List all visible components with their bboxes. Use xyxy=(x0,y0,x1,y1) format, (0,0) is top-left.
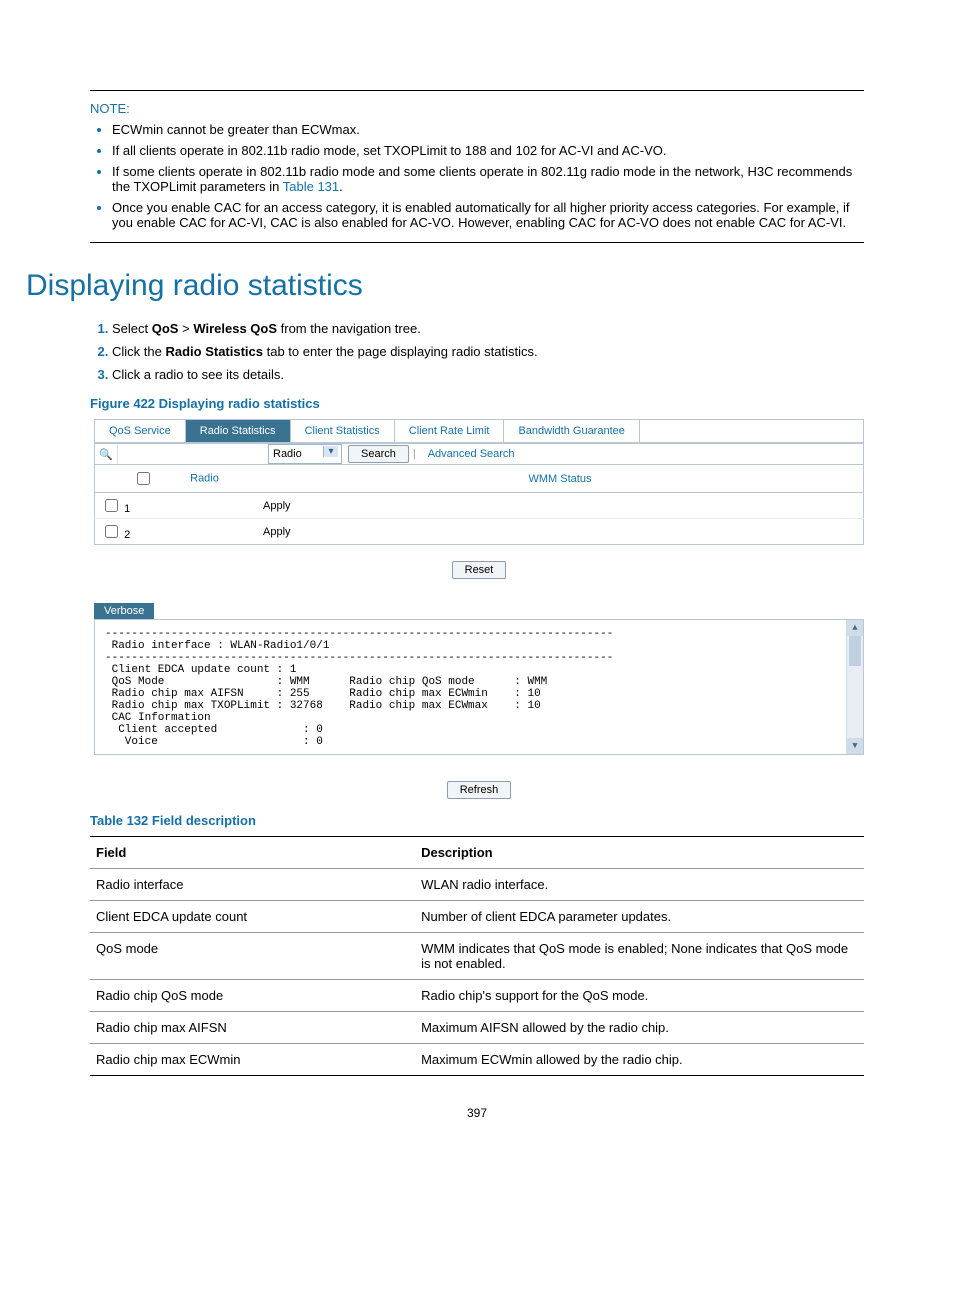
field-name: Radio interface xyxy=(90,869,415,901)
steps-list: Select QoS > Wireless QoS from the navig… xyxy=(90,321,864,382)
reset-row: Reset xyxy=(94,561,864,579)
field-desc: WMM indicates that QoS mode is enabled; … xyxy=(415,933,864,980)
step-3: Click a radio to see its details. xyxy=(112,367,284,382)
wmm-status: Apply xyxy=(257,519,864,545)
scrollbar[interactable]: ▲▼ xyxy=(846,620,863,754)
scroll-thumb[interactable] xyxy=(849,636,861,666)
field-desc: Radio chip's support for the QoS mode. xyxy=(415,980,864,1012)
refresh-row: Refresh xyxy=(94,781,864,799)
tab-spacer xyxy=(640,420,863,442)
search-input[interactable] xyxy=(118,445,268,463)
tab-radio-statistics[interactable]: Radio Statistics xyxy=(186,420,291,442)
reset-button[interactable]: Reset xyxy=(452,561,507,579)
note-item-3-period: . xyxy=(339,179,343,194)
refresh-button[interactable]: Refresh xyxy=(447,781,512,799)
field-name: Radio chip max ECWmin xyxy=(90,1044,415,1076)
search-button[interactable]: Search xyxy=(348,445,409,463)
table-131-link[interactable]: Table 131 xyxy=(283,179,339,194)
tab-qos-service[interactable]: QoS Service xyxy=(95,420,186,442)
note-item-3: If some clients operate in 802.11b radio… xyxy=(112,164,852,194)
field-name: QoS mode xyxy=(90,933,415,980)
table-row[interactable]: 1 Apply xyxy=(95,493,864,519)
note-item-4: Once you enable CAC for an access catego… xyxy=(112,200,850,230)
step-2: Click the Radio Statistics tab to enter … xyxy=(112,344,538,359)
tab-bandwidth-guarantee[interactable]: Bandwidth Guarantee xyxy=(504,420,639,442)
search-icon: 🔍 xyxy=(95,445,118,464)
figure-caption: Figure 422 Displaying radio statistics xyxy=(90,396,864,411)
note-heading: NOTE: xyxy=(90,101,864,116)
radio-id: 2 xyxy=(124,529,130,541)
field-desc: Maximum AIFSN allowed by the radio chip. xyxy=(415,1012,864,1044)
field-name: Radio chip max AIFSN xyxy=(90,1012,415,1044)
row-checkbox[interactable] xyxy=(105,525,118,538)
step-1: Select QoS > Wireless QoS from the navig… xyxy=(112,321,421,336)
note-list: ECWmin cannot be greater than ECWmax. If… xyxy=(90,122,864,230)
tab-client-statistics[interactable]: Client Statistics xyxy=(291,420,395,442)
table-row[interactable]: 2 Apply xyxy=(95,519,864,545)
search-field-select[interactable]: Radio xyxy=(268,444,342,464)
field-desc: Maximum ECWmin allowed by the radio chip… xyxy=(415,1044,864,1076)
fig-tabs: QoS Service Radio Statistics Client Stat… xyxy=(94,419,864,444)
scroll-down-icon[interactable]: ▼ xyxy=(847,738,863,754)
select-all-checkbox[interactable] xyxy=(137,472,150,485)
field-desc: WLAN radio interface. xyxy=(415,869,864,901)
table-132-caption: Table 132 Field description xyxy=(90,813,864,828)
field-name: Radio chip QoS mode xyxy=(90,980,415,1012)
verbose-output: ----------------------------------------… xyxy=(94,619,864,755)
note-item-2: If all clients operate in 802.11b radio … xyxy=(112,143,667,158)
tab-client-rate-limit[interactable]: Client Rate Limit xyxy=(395,420,505,442)
field-name: Client EDCA update count xyxy=(90,901,415,933)
col-radio: Radio xyxy=(95,465,258,493)
note-bottom-rule xyxy=(90,242,864,243)
scroll-up-icon[interactable]: ▲ xyxy=(847,620,863,636)
figure-422: QoS Service Radio Statistics Client Stat… xyxy=(94,419,864,799)
verbose-tab[interactable]: Verbose xyxy=(94,603,154,619)
page-number: 397 xyxy=(90,1106,864,1120)
th-field: Field xyxy=(90,837,415,869)
search-row: 🔍 Radio Search | Advanced Search xyxy=(94,444,864,465)
field-desc: Number of client EDCA parameter updates. xyxy=(415,901,864,933)
advanced-search-link[interactable]: Advanced Search xyxy=(420,448,515,460)
top-rule xyxy=(90,90,864,91)
wmm-status: Apply xyxy=(257,493,864,519)
radio-table: Radio WMM Status 1 Apply 2 Apply xyxy=(94,465,864,545)
note-item-3-text: If some clients operate in 802.11b radio… xyxy=(112,164,852,194)
search-divider: | xyxy=(409,448,420,460)
row-checkbox[interactable] xyxy=(105,499,118,512)
verbose-text: ----------------------------------------… xyxy=(105,628,613,748)
col-wmm-status: WMM Status xyxy=(257,465,864,493)
table-132: Field Description Radio interfaceWLAN ra… xyxy=(90,836,864,1076)
radio-id: 1 xyxy=(124,503,130,515)
section-title: Displaying radio statistics xyxy=(26,269,864,303)
th-description: Description xyxy=(415,837,864,869)
note-item-1: ECWmin cannot be greater than ECWmax. xyxy=(112,122,360,137)
